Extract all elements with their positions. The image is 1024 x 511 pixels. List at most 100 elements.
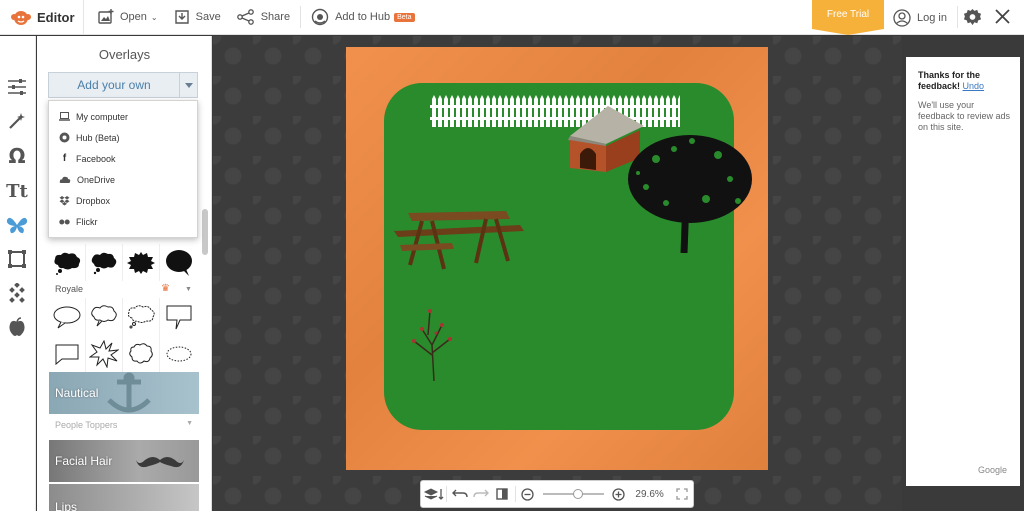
redo-icon[interactable] [470, 482, 491, 506]
butterfly-icon[interactable] [6, 214, 28, 236]
speech-bubble-cloud-black-icon[interactable] [86, 244, 123, 281]
add-your-own-label: Add your own [77, 78, 151, 92]
speech-bubble-lightning-outline-icon[interactable] [160, 298, 197, 335]
adjust-icon[interactable] [6, 76, 28, 98]
magic-wand-icon[interactable] [6, 110, 28, 132]
add-your-own-button[interactable]: Add your own [48, 72, 198, 98]
caret-down-icon: ▼ [186, 420, 193, 427]
zoom-in-icon[interactable] [608, 482, 629, 506]
bubble-row-outline-2 [49, 335, 197, 372]
category-label: Lips [55, 500, 78, 511]
tree-overlay[interactable] [626, 129, 756, 253]
texture-icon[interactable] [6, 282, 28, 304]
panel-title: Overlays [98, 47, 151, 62]
login-label: Log in [917, 11, 947, 24]
app-name: Editor [37, 9, 75, 25]
close-icon[interactable] [994, 8, 1011, 25]
menu-item-flickr[interactable]: Flickr [49, 211, 199, 232]
speech-bubble-rect-outline-icon[interactable] [49, 335, 86, 372]
add-to-hub-label: Add to Hub [335, 11, 391, 23]
facebook-icon: f [62, 153, 67, 164]
ad-panel: Thanks for the feedback! Undo We'll use … [906, 57, 1020, 486]
fullscreen-icon[interactable] [672, 482, 693, 506]
speech-bubble-explosion-outline-icon[interactable] [86, 335, 123, 372]
zoom-out-icon[interactable] [517, 482, 538, 506]
zoom-slider-thumb[interactable] [572, 489, 583, 499]
category-label: People Toppers [55, 420, 118, 430]
menu-item-label: My computer [76, 111, 129, 122]
laptop-icon [59, 112, 70, 121]
google-logo: Google [978, 465, 1008, 475]
share-label: Share [260, 11, 291, 23]
caret-down-icon[interactable]: ▼ [185, 286, 192, 293]
chevron-down-icon: ⌄ [150, 12, 158, 22]
ad-description: We'll use your feedback to review ads on… [918, 100, 1011, 132]
user-icon [893, 8, 911, 27]
speech-bubble-thought-black-icon[interactable] [49, 244, 86, 281]
speech-bubble-thought-outline-icon[interactable] [123, 298, 160, 335]
zoom-slider[interactable] [542, 489, 605, 499]
text-icon[interactable]: Tt [6, 180, 28, 202]
undo-link[interactable]: Undo [963, 81, 985, 91]
save-button[interactable]: Save [166, 0, 229, 35]
menu-item-label: Dropbox [76, 195, 111, 206]
bubble-row-outline-1 [49, 298, 197, 335]
sapling-overlay[interactable] [406, 305, 458, 381]
category-nautical[interactable]: Nautical [49, 372, 199, 414]
menu-item-my-computer[interactable]: My computer [49, 106, 199, 127]
menu-item-hub[interactable]: Hub (Beta) [49, 127, 199, 148]
add-to-hub-button[interactable]: Add to Hub Beta [303, 0, 422, 35]
compare-icon[interactable] [491, 482, 512, 506]
tool-rail: Ω Tt [0, 36, 36, 511]
category-facial-hair[interactable]: Facial Hair [49, 440, 199, 482]
undo-icon[interactable] [449, 482, 470, 506]
menu-item-dropbox[interactable]: Dropbox [49, 190, 199, 211]
onedrive-icon [59, 176, 71, 183]
divider [514, 486, 516, 502]
dropbox-icon [59, 195, 70, 205]
menu-item-onedrive[interactable]: OneDrive [49, 169, 199, 190]
apple-icon[interactable] [6, 316, 28, 338]
caret-down-icon [184, 82, 193, 88]
divider [300, 6, 302, 28]
brand[interactable]: Editor [0, 0, 84, 35]
anchor-icon [107, 372, 151, 413]
bubble-row-black [49, 244, 197, 281]
zoom-level: 29.6% [635, 488, 664, 500]
speech-bubble-oval-outline-icon[interactable] [49, 298, 86, 335]
menu-item-label: Facebook [76, 153, 116, 164]
picmonkey-logo-icon [11, 11, 31, 25]
mustache-icon [136, 457, 184, 468]
category-people-toppers[interactable]: People Toppers ▼ [49, 420, 199, 434]
open-image-icon [98, 9, 114, 24]
login-button[interactable]: Log in [893, 0, 947, 35]
menu-item-label: Flickr [76, 216, 98, 227]
open-button[interactable]: Open ⌄ [90, 0, 166, 35]
menu-item-facebook[interactable]: f Facebook [49, 148, 199, 169]
speech-bubble-scallop-outline-icon[interactable] [123, 335, 160, 372]
category-lips[interactable]: Lips [49, 484, 199, 511]
layers-icon[interactable] [423, 482, 444, 506]
speech-bubble-spiky-outline-icon[interactable] [160, 335, 197, 372]
gear-icon[interactable] [963, 8, 982, 27]
frame-icon[interactable] [6, 248, 28, 270]
speech-bubble-cloud-outline-icon[interactable] [86, 298, 123, 335]
speech-bubble-round-black-icon[interactable] [160, 244, 197, 281]
picnic-table-overlay[interactable] [392, 207, 526, 271]
share-button[interactable]: Share [229, 0, 298, 35]
scrollbar-thumb[interactable] [202, 209, 208, 255]
save-icon [174, 10, 189, 24]
beta-badge: Beta [394, 12, 415, 22]
omega-icon[interactable]: Ω [6, 144, 28, 168]
hub-icon [311, 8, 329, 26]
free-trial-button[interactable]: Free Trial [812, 0, 884, 35]
divider [446, 486, 448, 502]
add-your-own-menu: My computer Hub (Beta) f Facebook OneDri… [48, 100, 198, 238]
dropdown-toggle[interactable] [179, 73, 197, 97]
artboard[interactable] [346, 47, 768, 470]
panel-scrollbar[interactable] [202, 101, 208, 506]
speech-bubble-burst-black-icon[interactable] [123, 244, 160, 281]
top-bar: Editor Open ⌄ Save Share Add to Hub Beta… [0, 0, 1024, 35]
section-label-royale: Royale [55, 284, 84, 294]
save-label: Save [195, 11, 221, 23]
